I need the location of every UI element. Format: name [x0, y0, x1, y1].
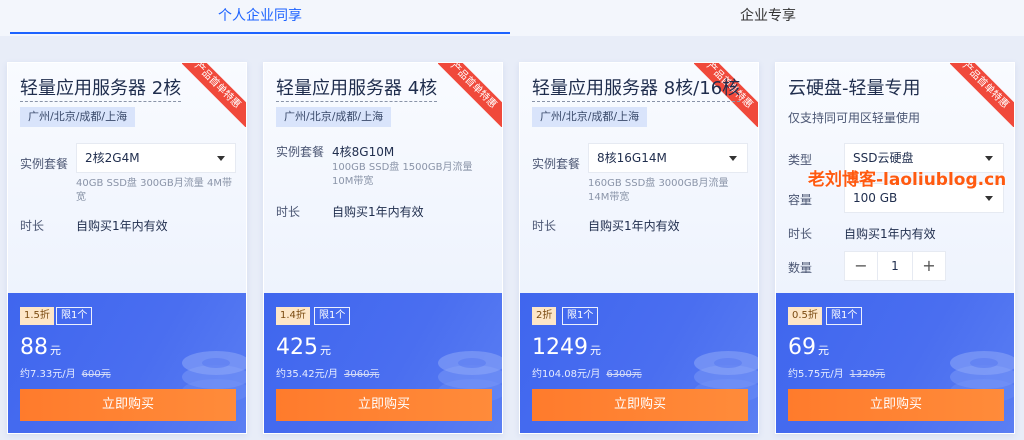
duration-label: 时长	[532, 219, 557, 233]
card-title: 轻量应用服务器 8核/16核	[532, 77, 741, 102]
duration-label: 时长	[276, 205, 301, 219]
plan-description: 100GB SSD盘 1500GB月流量 10M带宽	[332, 162, 473, 187]
tab-bar: 个人企业同享 企业专享	[0, 0, 1024, 36]
tab-enterprise-exclusive[interactable]: 企业专享	[512, 0, 1024, 36]
chevron-down-icon	[985, 196, 993, 201]
duration-label: 时长	[788, 227, 813, 241]
original-price: 600元	[81, 369, 111, 380]
promo-ribbon-label: 产品首单特惠	[182, 63, 246, 127]
card-title: 轻量应用服务器 4核	[276, 77, 438, 102]
monthly-price-value: 约5.75元/月	[788, 369, 844, 380]
buy-now-button[interactable]: 立即购买	[20, 389, 236, 421]
price-amount: 1249	[532, 335, 588, 360]
product-card-lighthouse-4core: 产品首单特惠 轻量应用服务器 4核 广州/北京/成都/上海 实例套餐 4核8G1…	[263, 62, 503, 434]
monthly-price-value: 约104.08元/月	[532, 369, 601, 380]
price: 1249 元	[532, 335, 601, 360]
product-card-lighthouse-2core: 产品首单特惠 轻量应用服务器 2核 广州/北京/成都/上海 实例套餐 2核2G4…	[7, 62, 247, 434]
original-price: 3060元	[344, 369, 380, 380]
limit-badge: 限1个	[56, 307, 93, 325]
product-card-lighthouse-8-16core: 产品首单特惠 轻量应用服务器 8核/16核 广州/北京/成都/上海 实例套餐 8…	[519, 62, 759, 434]
chevron-down-icon	[985, 156, 993, 161]
monthly-price: 约35.42元/月 3060元	[276, 365, 379, 380]
plus-icon[interactable]: +	[913, 252, 945, 280]
plan-select[interactable]: 2核2G4M	[76, 143, 236, 173]
plan-value: 4核8G10M	[332, 145, 395, 159]
promo-ribbon-label: 产品首单特惠	[950, 63, 1014, 127]
price-unit: 元	[320, 344, 331, 357]
product-card-cloud-disk: 产品首单特惠 云硬盘-轻量专用 仅支持同可用区轻量使用 类型 SSD云硬盘 容量…	[775, 62, 1015, 434]
price-amount: 88	[20, 335, 48, 360]
capacity-value: 100 GB	[853, 191, 898, 205]
promo-ribbon: 产品首单特惠	[950, 63, 1014, 127]
region-tag: 广州/北京/成都/上海	[20, 107, 136, 127]
plan-select[interactable]: 8核16G14M	[588, 143, 748, 173]
monthly-price: 约5.75元/月 1320元	[788, 365, 885, 380]
price-unit: 元	[590, 344, 601, 357]
limit-badge: 限1个	[314, 307, 351, 325]
card-title: 轻量应用服务器 2核	[20, 77, 182, 102]
original-price: 1320元	[849, 369, 886, 380]
price-unit: 元	[50, 344, 61, 357]
quantity-label: 数量	[788, 261, 813, 275]
duration-value: 自购买1年内有效	[76, 219, 168, 233]
original-price: 6300元	[606, 369, 642, 380]
plan-description: 40GB SSD盘 300GB月流量 4M带宽	[76, 178, 232, 203]
card-subtitle: 仅支持同可用区轻量使用	[788, 111, 921, 125]
duration-value: 自购买1年内有效	[844, 227, 936, 241]
monthly-price-value: 约35.42元/月	[276, 369, 338, 380]
price: 88 元	[20, 335, 61, 360]
chevron-down-icon	[729, 156, 737, 161]
plan-select-value: 2核2G4M	[85, 151, 140, 165]
active-tab-indicator	[10, 32, 510, 34]
price-amount: 425	[276, 335, 318, 360]
chevron-down-icon	[217, 156, 225, 161]
quantity-stepper: − 1 +	[844, 251, 946, 281]
price-panel: 0.5折 限1个 69 元 约5.75元/月 1320元 立即购买	[776, 293, 1014, 433]
price: 425 元	[276, 335, 331, 360]
tab-personal-enterprise[interactable]: 个人企业同享	[10, 0, 510, 36]
monthly-price: 约104.08元/月 6300元	[532, 365, 642, 380]
price: 69 元	[788, 335, 829, 360]
monthly-price: 约7.33元/月 600元	[20, 365, 111, 380]
price-panel: 2折 限1个 1249 元 约104.08元/月 6300元 立即购买	[520, 293, 758, 433]
monthly-price-value: 约7.33元/月	[20, 369, 76, 380]
discount-badge: 0.5折	[788, 307, 822, 325]
price-unit: 元	[818, 344, 829, 357]
duration-label: 时长	[20, 219, 45, 233]
discount-badge: 1.4折	[276, 307, 310, 325]
price-panel: 1.4折 限1个 425 元 约35.42元/月 3060元 立即购买	[264, 293, 502, 433]
limit-badge: 限1个	[562, 307, 599, 325]
plan-label: 实例套餐	[276, 145, 325, 159]
region-tag: 广州/北京/成都/上海	[276, 107, 392, 127]
buy-now-button[interactable]: 立即购买	[788, 389, 1004, 421]
plan-description: 160GB SSD盘 3000GB月流量 14M带宽	[588, 178, 729, 203]
promo-ribbon: 产品首单特惠	[438, 63, 502, 127]
site-watermark: 老刘博客-laoliublog.cn	[808, 170, 1007, 190]
duration-value: 自购买1年内有效	[332, 205, 424, 219]
plan-label: 实例套餐	[532, 157, 581, 171]
plan-select-value: 8核16G14M	[597, 151, 667, 165]
quantity-input[interactable]: 1	[877, 252, 913, 280]
plan-label: 实例套餐	[20, 157, 69, 171]
card-title: 云硬盘-轻量专用	[788, 78, 921, 99]
disk-type-value: SSD云硬盘	[853, 151, 914, 165]
discount-badge: 1.5折	[20, 307, 54, 325]
discount-badge: 2折	[532, 307, 557, 325]
buy-now-button[interactable]: 立即购买	[276, 389, 492, 421]
price-panel: 1.5折 限1个 88 元 约7.33元/月 600元 立即购买	[8, 293, 246, 433]
price-amount: 69	[788, 335, 816, 360]
minus-icon[interactable]: −	[845, 252, 877, 280]
promo-ribbon-label: 产品首单特惠	[438, 63, 502, 127]
buy-now-button[interactable]: 立即购买	[532, 389, 748, 421]
capacity-label: 容量	[788, 193, 813, 207]
limit-badge: 限1个	[826, 307, 863, 325]
region-tag: 广州/北京/成都/上海	[532, 107, 648, 127]
promo-ribbon: 产品首单特惠	[182, 63, 246, 127]
duration-value: 自购买1年内有效	[588, 219, 680, 233]
